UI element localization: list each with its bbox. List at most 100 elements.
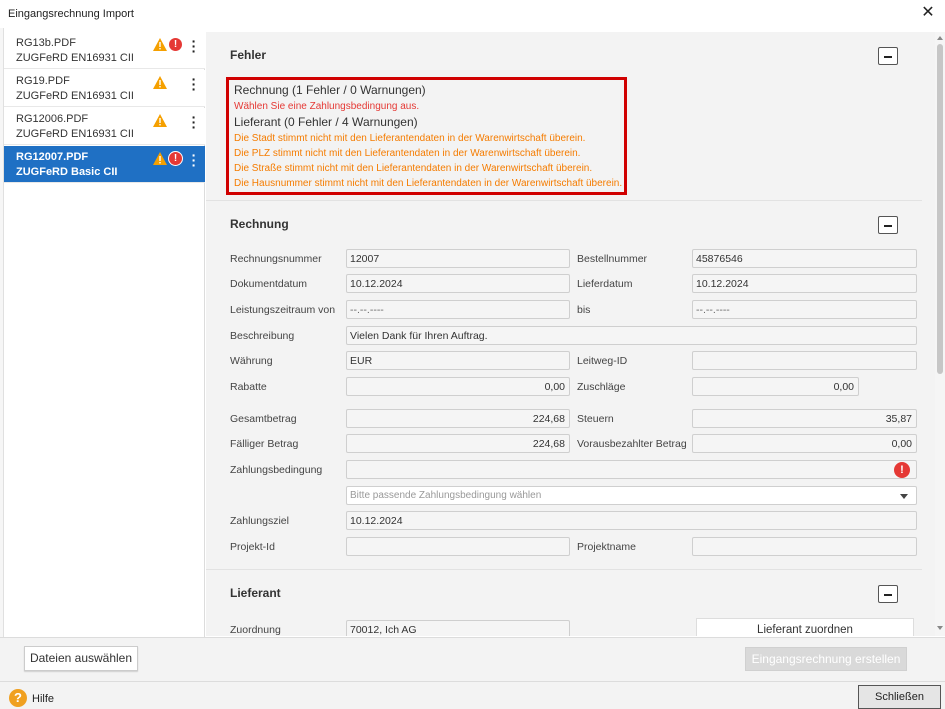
scroll-up-icon[interactable]: [937, 36, 943, 40]
project-name-field[interactable]: [692, 537, 917, 556]
main-panel: Fehler Rechnung (1 Fehler / 0 Warnungen)…: [206, 32, 935, 636]
close-button[interactable]: Schließen: [858, 685, 941, 709]
label-taxes: Steuern: [577, 413, 614, 425]
currency-field[interactable]: EUR: [346, 351, 570, 370]
footer: Dateien auswählen Eingangsrechnung erste…: [0, 637, 945, 709]
kebab-menu-icon[interactable]: · · ·: [190, 110, 198, 134]
warning-triangle-icon: [153, 152, 167, 165]
prepaid-amount-field[interactable]: 0,00: [692, 434, 917, 453]
help-icon[interactable]: ?: [9, 689, 27, 707]
service-period-to-field[interactable]: --.--.----: [692, 300, 917, 319]
order-number-field[interactable]: 45876546: [692, 249, 917, 268]
lieferant-warning-message: Die PLZ stimmt nicht mit den Lieferanten…: [234, 148, 581, 159]
surcharges-field[interactable]: 0,00: [692, 377, 859, 396]
file-name: RG13b.PDF: [16, 37, 76, 49]
file-list-item[interactable]: RG13b.PDF ZUGFeRD EN16931 CII ! · · ·: [4, 32, 205, 69]
close-icon[interactable]: ✕: [917, 2, 939, 24]
errors-section: Fehler Rechnung (1 Fehler / 0 Warnungen)…: [206, 32, 922, 200]
label-assignment: Zuordnung: [230, 624, 281, 636]
collapse-errors-button[interactable]: [878, 47, 898, 65]
file-name: RG12007.PDF: [16, 151, 89, 163]
file-name: RG12006.PDF: [16, 113, 89, 125]
select-files-button[interactable]: Dateien auswählen: [24, 646, 138, 671]
file-list-item[interactable]: RG12006.PDF ZUGFeRD EN16931 CII · · ·: [4, 108, 205, 145]
file-type: ZUGFeRD EN16931 CII: [16, 128, 134, 140]
lieferant-error-header: Lieferant (0 Fehler / 4 Warnungen): [234, 115, 418, 129]
rechnung-error-message: Wählen Sie eine Zahlungsbedingung aus.: [234, 101, 420, 112]
assign-supplier-button[interactable]: Lieferant zuordnen: [696, 618, 914, 636]
section-title-invoice: Rechnung: [230, 217, 289, 231]
label-service-period-to: bis: [577, 304, 591, 316]
service-period-from-field[interactable]: --.--.----: [346, 300, 570, 319]
warning-triangle-icon: [153, 114, 167, 127]
warning-triangle-icon: [153, 38, 167, 51]
error-summary-box: Rechnung (1 Fehler / 0 Warnungen) Wählen…: [226, 77, 627, 195]
warning-triangle-icon: [153, 76, 167, 89]
payment-terms-dropdown[interactable]: Bitte passende Zahlungsbedingung wählen: [346, 486, 917, 505]
discounts-field[interactable]: 0,00: [346, 377, 570, 396]
file-list-item-selected[interactable]: RG12007.PDF ZUGFeRD Basic CII ! · · ·: [4, 146, 205, 183]
file-type: ZUGFeRD Basic CII: [16, 166, 118, 178]
document-date-field[interactable]: 10.12.2024: [346, 274, 570, 293]
window-titlebar: Eingangsrechnung Import ✕: [0, 0, 945, 28]
error-circle-icon: !: [169, 152, 182, 165]
project-id-field[interactable]: [346, 537, 570, 556]
label-project-id: Projekt-Id: [230, 541, 275, 553]
taxes-field[interactable]: 35,87: [692, 409, 917, 428]
label-amount-due: Fälliger Betrag: [230, 438, 299, 450]
scroll-down-icon[interactable]: [937, 626, 943, 630]
section-title-errors: Fehler: [230, 48, 267, 62]
chevron-down-icon: [900, 494, 908, 499]
label-delivery-date: Lieferdatum: [577, 278, 633, 290]
error-circle-icon: !: [894, 462, 910, 478]
payment-terms-field[interactable]: [346, 460, 917, 479]
label-description: Beschreibung: [230, 330, 295, 342]
footer-divider: [0, 681, 945, 682]
description-field[interactable]: Vielen Dank für Ihren Auftrag.: [346, 326, 917, 345]
section-title-supplier: Lieferant: [230, 586, 281, 600]
invoice-section: Rechnung Rechnungsnummer 12007 Bestellnu…: [206, 201, 922, 569]
help-label[interactable]: Hilfe: [32, 693, 54, 705]
assignment-field[interactable]: 70012, Ich AG: [346, 620, 570, 636]
invoice-number-field[interactable]: 12007: [346, 249, 570, 268]
payment-due-field[interactable]: 10.12.2024: [346, 511, 917, 530]
label-document-date: Dokumentdatum: [230, 278, 308, 290]
routing-id-field[interactable]: [692, 351, 917, 370]
collapse-supplier-button[interactable]: [878, 585, 898, 603]
file-type: ZUGFeRD EN16931 CII: [16, 90, 134, 102]
label-surcharges: Zuschläge: [577, 381, 626, 393]
supplier-section: Lieferant Zuordnung 70012, Ich AG Liefer…: [206, 570, 922, 636]
lieferant-warning-message: Die Hausnummer stimmt nicht mit den Lief…: [234, 178, 623, 189]
kebab-menu-icon[interactable]: · · ·: [190, 148, 198, 172]
error-circle-icon: !: [169, 38, 182, 51]
scroll-thumb[interactable]: [937, 44, 943, 374]
label-prepaid-amount: Vorausbezahlter Betrag: [577, 438, 687, 450]
label-payment-terms: Zahlungsbedingung: [230, 464, 323, 476]
label-discounts: Rabatte: [230, 381, 267, 393]
file-list-item[interactable]: RG19.PDF ZUGFeRD EN16931 CII · · ·: [4, 70, 205, 107]
label-total-amount: Gesamtbetrag: [230, 413, 297, 425]
amount-due-field[interactable]: 224,68: [346, 434, 570, 453]
label-currency: Währung: [230, 355, 273, 367]
kebab-menu-icon[interactable]: · · ·: [190, 72, 198, 96]
total-amount-field[interactable]: 224,68: [346, 409, 570, 428]
file-type: ZUGFeRD EN16931 CII: [16, 52, 134, 64]
file-name: RG19.PDF: [16, 75, 70, 87]
delivery-date-field[interactable]: 10.12.2024: [692, 274, 917, 293]
label-routing-id: Leitweg-ID: [577, 355, 628, 367]
label-payment-due: Zahlungsziel: [230, 515, 289, 527]
lieferant-warning-message: Die Straße stimmt nicht mit den Lieferan…: [234, 163, 593, 174]
label-project-name: Projektname: [577, 541, 636, 553]
label-service-period-from: Leistungszeitraum von: [230, 304, 336, 316]
label-order-number: Bestellnummer: [577, 253, 648, 265]
collapse-invoice-button[interactable]: [878, 216, 898, 234]
vertical-scrollbar[interactable]: [935, 32, 945, 636]
window-title: Eingangsrechnung Import: [8, 8, 134, 20]
payment-terms-placeholder: Bitte passende Zahlungsbedingung wählen: [350, 490, 542, 501]
create-invoice-button: Eingangsrechnung erstellen: [745, 647, 907, 671]
file-list: RG13b.PDF ZUGFeRD EN16931 CII ! · · · RG19…: [4, 32, 205, 638]
label-invoice-number: Rechnungsnummer: [230, 253, 322, 265]
kebab-menu-icon[interactable]: · · ·: [190, 34, 198, 58]
lieferant-warning-message: Die Stadt stimmt nicht mit den Lieferant…: [234, 133, 586, 144]
rechnung-error-header: Rechnung (1 Fehler / 0 Warnungen): [234, 83, 426, 97]
